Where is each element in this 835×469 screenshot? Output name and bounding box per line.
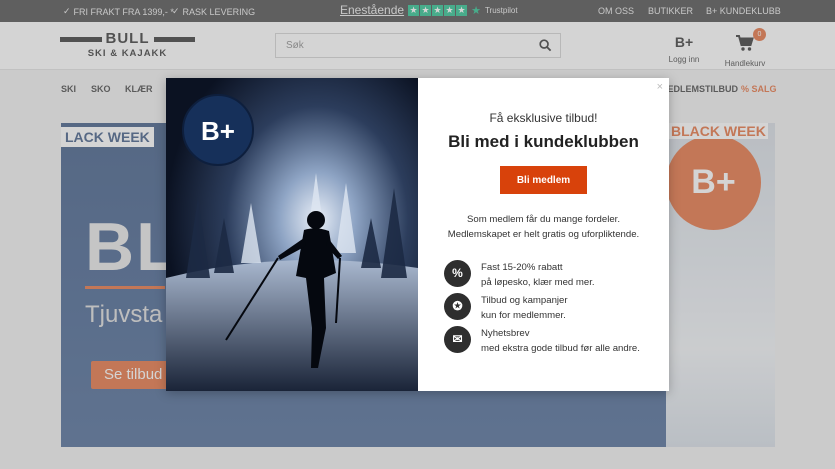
modal-skier-photo: B+ bbox=[166, 78, 418, 391]
modal-description: Som medlem får du mange fordeler. Medlem… bbox=[418, 212, 669, 242]
modal-description-line: Medlemskapet er helt gratis og uforplikt… bbox=[447, 229, 640, 240]
award-icon: ✪ bbox=[444, 293, 471, 320]
close-icon[interactable]: × bbox=[657, 81, 663, 93]
percent-icon: % bbox=[444, 260, 471, 287]
perk-newsletter: ✉ Nyhetsbrev med ekstra gode tilbud før … bbox=[444, 326, 664, 356]
perk-subtitle: kun for medlemmer. bbox=[481, 310, 566, 321]
newsletter-modal: B+ × Få eksklusive tilbud! Bli med i kun… bbox=[166, 78, 669, 391]
perk-discount: % Fast 15-20% rabatt på løpesko, klær me… bbox=[444, 260, 664, 290]
join-club-button[interactable]: Bli medlem bbox=[500, 166, 587, 194]
bplus-badge: B+ bbox=[182, 94, 254, 166]
perk-subtitle: på løpesko, klær med mer. bbox=[481, 277, 595, 288]
perk-title: Nyhetsbrev bbox=[481, 328, 530, 339]
modal-description-line: Som medlem får du mange fordeler. bbox=[466, 214, 621, 225]
perk-subtitle: med ekstra gode tilbud før alle andre. bbox=[481, 343, 640, 354]
modal-title: Bli med i kundeklubben bbox=[448, 132, 639, 151]
newsletter-icon: ✉ bbox=[444, 326, 471, 353]
perk-title: Tilbud og kampanjer bbox=[481, 295, 568, 306]
modal-kicker: Få eksklusive tilbud! bbox=[489, 111, 598, 125]
modal-content: × Få eksklusive tilbud! Bli med i kundek… bbox=[418, 78, 669, 391]
perk-title: Fast 15-20% rabatt bbox=[481, 262, 563, 273]
perk-campaigns: ✪ Tilbud og kampanjer kun for medlemmer. bbox=[444, 293, 664, 323]
